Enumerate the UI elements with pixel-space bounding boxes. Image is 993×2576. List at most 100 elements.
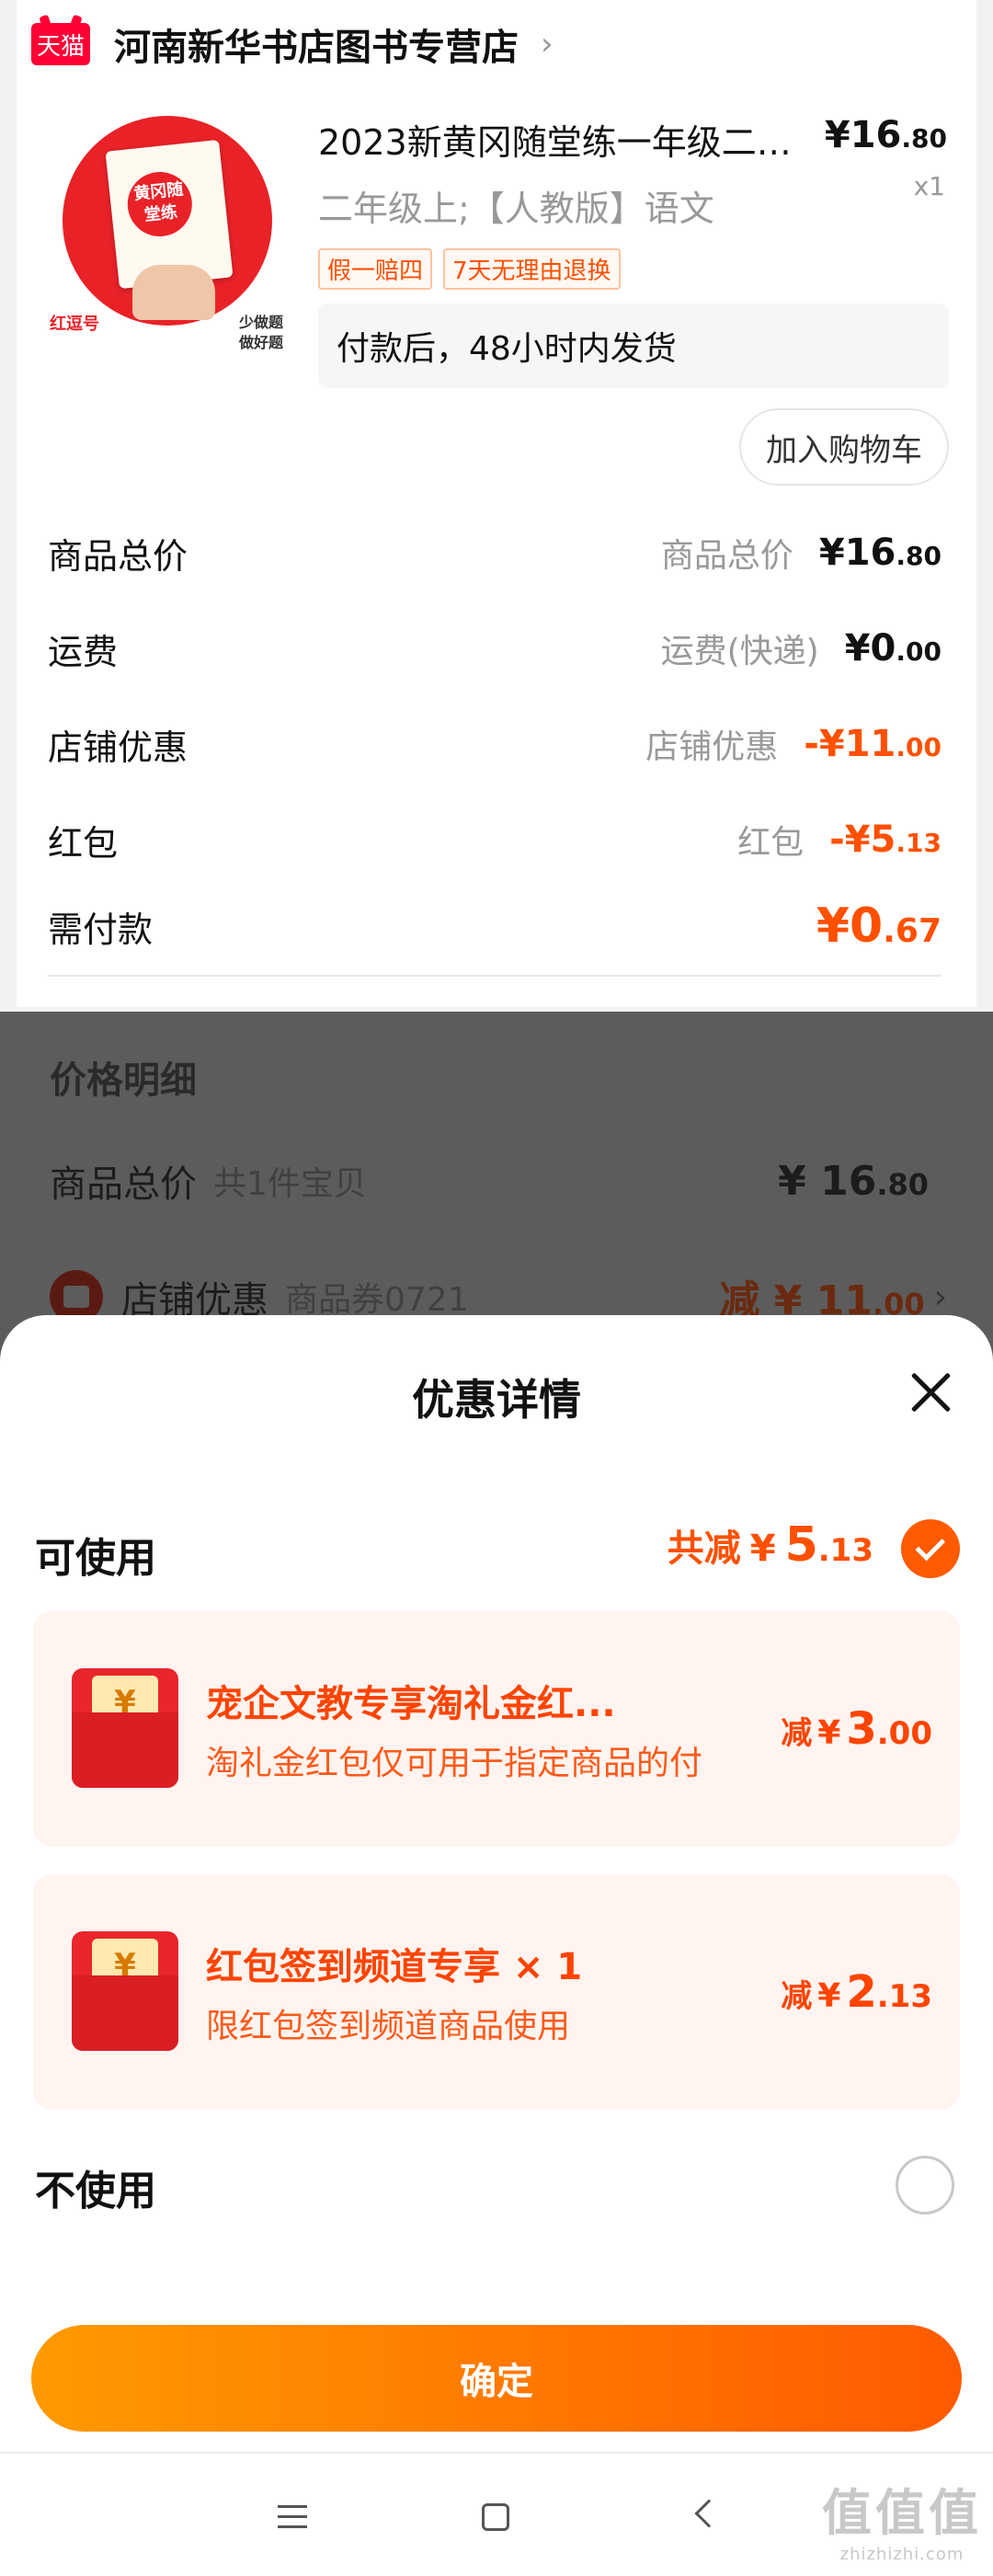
product-image-brand: 红逗号 [50, 315, 99, 334]
fee-value: ¥0.00 [845, 627, 942, 670]
order-page: 天猫 河南新华书店图书专营店 › 黄冈随堂练 红逗号 少做题 做好题 2023新… [0, 0, 993, 1007]
coupon-amount: 减 ¥ 2 .13 [781, 1966, 932, 2018]
menu-icon-line [278, 2505, 307, 2508]
menu-icon[interactable] [278, 2505, 307, 2529]
price-detail-value-dec: .80 [876, 1166, 929, 1202]
price-detail-label: 商品总价 [50, 1163, 197, 1206]
total-discount-prefix: 共减 [667, 1528, 741, 1570]
fee-value: ¥16.80 [819, 532, 942, 574]
red-envelope-front [72, 1712, 178, 1788]
coupon-amount-prefix: 减 [781, 1978, 813, 2015]
chevron-right-icon[interactable]: › [934, 1278, 947, 1316]
fee-value-int: ¥16 [818, 532, 896, 574]
product-image[interactable]: 黄冈随堂练 红逗号 少做题 做好题 [44, 109, 292, 368]
product-price-dec: .80 [901, 123, 947, 154]
divider [48, 975, 942, 977]
menu-icon-line [278, 2515, 307, 2518]
payable-value-dec: .67 [883, 912, 942, 950]
watermark: 值值值 zhizhizhi.com [822, 2472, 982, 2564]
chevron-right-icon[interactable]: › [541, 26, 554, 63]
coupon-title: 宠企文教专享淘礼金红... [206, 1683, 616, 1725]
fee-value: -¥5.13 [829, 819, 942, 861]
fee-label: 商品总价 [48, 535, 188, 577]
fee-row-subtotal: 商品总价 商品总价 ¥16.80 [48, 521, 942, 585]
watermark-sub: zhizhizhi.com [839, 2545, 964, 2564]
price-detail-sub: 商品券0721 [285, 1281, 469, 1319]
not-use-radio[interactable] [896, 2156, 954, 2215]
total-discount-int: 5 [784, 1517, 818, 1573]
coupon-amount-int: 2 [846, 1966, 877, 2018]
total-discount-currency: ¥ [749, 1528, 776, 1570]
coupon-amount-int: 3 [846, 1703, 877, 1755]
tmall-logo-icon: 天猫 [31, 23, 90, 65]
shop-name[interactable]: 河南新华书店图书专营店 [114, 17, 519, 71]
fee-label: 红包 [48, 822, 119, 864]
coupon-amount: 减 ¥ 3 .00 [781, 1703, 932, 1755]
fee-row-red-packet[interactable]: 红包 红包 -¥5.13 [48, 807, 942, 872]
product-image-slogan: 少做题 做好题 [238, 314, 283, 351]
product-qty: x1 [913, 171, 945, 201]
coupon-title: 红包签到频道专享 × 1 [206, 1946, 583, 1988]
watermark-main: 值值值 [822, 2484, 982, 2542]
red-envelope-icon: ¥ [72, 1931, 178, 2051]
close-icon[interactable] [908, 1370, 953, 1414]
back-icon[interactable] [694, 2499, 724, 2528]
fee-sub: 商品总价 [660, 537, 793, 575]
fee-value-dec: .80 [896, 541, 942, 571]
fee-value: -¥11.00 [804, 723, 942, 765]
fee-row-shop-discount[interactable]: 店铺优惠 店铺优惠 -¥11.00 [48, 712, 942, 776]
fee-sub: 运费(快递) [660, 633, 819, 670]
coupon-amount-dec: .13 [876, 1978, 932, 2015]
red-envelope-icon: ¥ [72, 1668, 178, 1788]
fee-sub: 红包 [737, 824, 805, 862]
red-envelope-front [72, 1975, 178, 2051]
coupon-amount-dec: .00 [876, 1715, 932, 1752]
shop-header[interactable]: 天猫 河南新华书店图书专营店 › [31, 17, 554, 72]
fee-value-dec: .13 [896, 828, 942, 858]
not-use-label[interactable]: 不使用 [35, 2158, 156, 2216]
home-icon[interactable] [482, 2503, 509, 2531]
total-discount: 共减 ¥ 5 .13 [668, 1517, 873, 1573]
coupon-desc: 限红包签到频道商品使用 [206, 2008, 571, 2045]
product-price-int: ¥16 [824, 114, 902, 156]
product-sku[interactable]: 二年级上;【人教版】语文 [318, 180, 714, 231]
coupon-card[interactable]: ¥ 红包签到频道专享 × 1 限红包签到频道商品使用 减 ¥ 2 .13 [33, 1874, 960, 2110]
select-all-check-icon[interactable] [901, 1519, 960, 1578]
fee-value-int: -¥5 [829, 819, 896, 861]
coupon-desc: 淘礼金红包仅可用于指定商品的付 [206, 1745, 703, 1782]
fee-label: 运费 [48, 631, 119, 672]
menu-icon-line [278, 2525, 307, 2528]
product-image-book-title: 黄冈随堂练 [124, 168, 196, 240]
fee-row-payable: 需付款 ¥0.67 [48, 894, 942, 958]
product-image-hand [132, 265, 215, 320]
fee-label: 店铺优惠 [48, 727, 188, 768]
available-section-label: 可使用 [35, 1535, 156, 1582]
price-detail-value: ¥ 16.80 [778, 1158, 929, 1205]
coupon-amount-currency: ¥ [817, 1714, 841, 1752]
coupon-amount-prefix: 减 [781, 1715, 813, 1752]
product-price: ¥16.80 [825, 114, 947, 156]
service-tags: 假一赔四 7天无理由退换 [318, 248, 621, 290]
fee-value-int: -¥11 [804, 723, 896, 765]
shipping-note: 付款后，48小时内发货 [318, 303, 949, 388]
service-tag: 假一赔四 [318, 248, 433, 290]
total-discount-dec: .13 [817, 1532, 873, 1569]
fee-sub: 店铺优惠 [645, 728, 779, 766]
price-detail-sub: 共1件宝贝 [213, 1165, 367, 1203]
coupon-card[interactable]: ¥ 宠企文教专享淘礼金红... 淘礼金红包仅可用于指定商品的付 减 ¥ 3 .0… [33, 1611, 960, 1847]
discount-detail-sheet: 优惠详情 可使用 共减 ¥ 5 .13 ¥ 宠企文教专享淘礼金红... 淘礼金红… [0, 1315, 993, 2576]
add-to-cart-button[interactable]: 加入购物车 [739, 408, 949, 486]
fee-value-dec: .00 [896, 732, 942, 762]
fee-row-shipping: 运费 运费(快递) ¥0.00 [48, 616, 942, 681]
coupon-amount-currency: ¥ [817, 1977, 841, 2015]
payable-value-int: ¥0 [816, 899, 884, 954]
price-detail-title: 价格明细 [50, 1059, 197, 1102]
price-detail-value-int: ¥ 16 [778, 1157, 877, 1205]
sheet-title: 优惠详情 [412, 1375, 581, 1425]
confirm-button[interactable]: 确定 [31, 2325, 962, 2432]
price-detail-subtotal-row: 商品总价 共1件宝贝 ¥ 16.80 [50, 1151, 929, 1210]
product-title[interactable]: 2023新黄冈随堂练一年级二… [318, 114, 815, 165]
fee-value-dec: .00 [896, 636, 942, 667]
service-tag: 7天无理由退换 [443, 248, 621, 290]
fee-value-int: ¥0 [844, 627, 896, 670]
